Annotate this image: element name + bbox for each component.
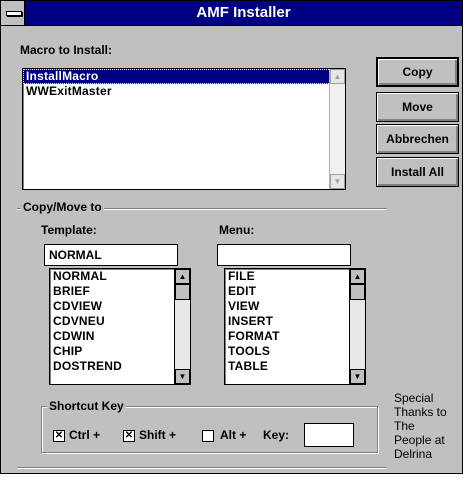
macro-listbox[interactable]: InstallMacro WWExitMaster ▲ ▼ (22, 68, 346, 190)
macro-scrollbar[interactable]: ▲ ▼ (329, 69, 345, 189)
template-listbox[interactable]: NORMAL BRIEF CDVIEW CDVNEU CDWIN CHIP DOSTREND… (49, 268, 191, 385)
up-arrow-icon[interactable]: ▲ (175, 269, 190, 284)
macro-list-item[interactable]: WWExitMaster (23, 84, 345, 99)
menu-scrollbar[interactable]: ▲ ▼ (349, 269, 365, 384)
template-input[interactable]: NORMAL (44, 244, 178, 266)
up-arrow-icon[interactable]: ▲ (350, 269, 365, 284)
move-button[interactable]: Move (376, 92, 459, 122)
menu-listbox[interactable]: FILE EDIT VIEW INSERT FORMAT TOOLS TABLE ▲ ▼ (224, 268, 366, 385)
scroll-thumb[interactable] (350, 284, 365, 300)
menu-list-item[interactable]: TOOLS (225, 344, 365, 359)
amf-installer-window: AMF Installer Macro to Install: InstallM… (0, 0, 463, 474)
title-bar: AMF Installer (1, 1, 462, 26)
template-list-item[interactable]: NORMAL (50, 269, 190, 284)
shift-checkbox[interactable]: ✕ (123, 430, 135, 442)
down-arrow-icon[interactable]: ▼ (350, 369, 365, 384)
template-label: Template: (41, 223, 97, 237)
menu-list-item[interactable]: FILE (225, 269, 365, 284)
install-all-button[interactable]: Install All (376, 157, 459, 187)
alt-label: Alt + (220, 428, 247, 442)
macro-list-item[interactable]: InstallMacro (23, 69, 345, 84)
shortcut-key-label: Shortcut Key (47, 399, 126, 413)
ctrl-label: Ctrl + (69, 428, 101, 442)
template-list-item[interactable]: CHIP (50, 344, 190, 359)
bottom-divider (17, 467, 387, 469)
template-list-item[interactable]: BRIEF (50, 284, 190, 299)
template-scrollbar[interactable]: ▲ ▼ (174, 269, 190, 384)
copy-move-label: Copy/Move to (21, 200, 104, 214)
menu-list-item[interactable]: INSERT (225, 314, 365, 329)
x-mark-icon: ✕ (124, 430, 134, 441)
abbrechen-button[interactable]: Abbrechen (376, 124, 459, 154)
up-arrow-icon[interactable]: ▲ (330, 69, 345, 84)
menu-list-item[interactable]: FORMAT (225, 329, 365, 344)
menu-input[interactable] (217, 244, 351, 266)
window-title: AMF Installer (196, 4, 291, 21)
key-label: Key: (263, 428, 290, 442)
menu-label: Menu: (219, 223, 255, 237)
down-arrow-icon[interactable]: ▼ (330, 174, 345, 189)
template-list-item[interactable]: CDVIEW (50, 299, 190, 314)
ctrl-checkbox[interactable]: ✕ (53, 430, 65, 442)
template-list-item[interactable]: CDVNEU (50, 314, 190, 329)
system-menu-icon[interactable] (1, 1, 25, 25)
shift-label: Shift + (139, 428, 177, 442)
copy-button[interactable]: Copy (376, 57, 459, 87)
menu-list-item[interactable]: TABLE (225, 359, 365, 374)
macro-to-install-label: Macro to Install: (20, 43, 113, 57)
menu-list-item[interactable]: VIEW (225, 299, 365, 314)
x-mark-icon: ✕ (54, 430, 64, 441)
alt-checkbox[interactable] (202, 430, 214, 442)
template-list-item[interactable]: DOSTREND (50, 359, 190, 374)
scroll-thumb[interactable] (175, 284, 190, 300)
down-arrow-icon[interactable]: ▼ (175, 369, 190, 384)
special-thanks-text: Special Thanks to The People at Delrina (394, 391, 447, 461)
template-list-item[interactable]: CDWIN (50, 329, 190, 344)
menu-list-item[interactable]: EDIT (225, 284, 365, 299)
key-input[interactable] (304, 423, 354, 447)
